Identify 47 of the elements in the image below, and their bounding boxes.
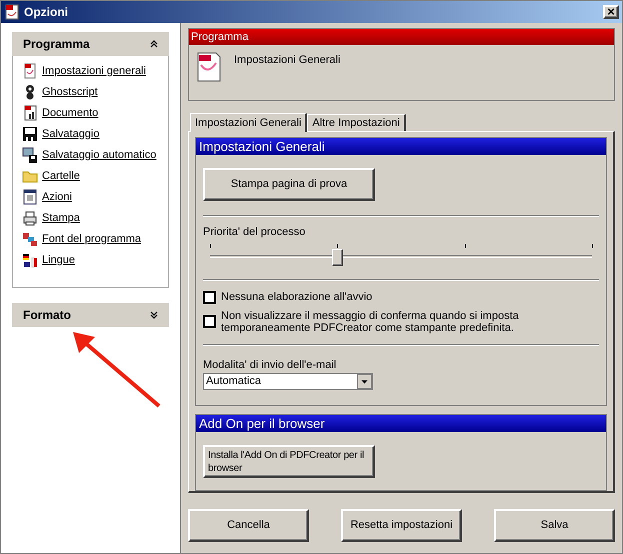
item-icon	[22, 210, 38, 226]
footer-button[interactable]: Resetta impostazioni	[341, 509, 462, 542]
priority-label: Priorita' del processo	[203, 225, 306, 240]
email-mode-dropdown[interactable]: Automatica	[203, 373, 373, 390]
section-title: Formato	[23, 307, 71, 324]
window-title: Opzioni	[24, 4, 69, 21]
header-caption: Programma	[189, 29, 614, 45]
email-mode-label: Modalita' di invio dell'e-mail	[203, 358, 338, 372]
sidebar-link[interactable]: Documento	[42, 104, 98, 122]
checkbox[interactable]	[203, 315, 216, 328]
app-icon	[4, 4, 20, 20]
pdf-document-icon	[196, 51, 222, 83]
collapse-icon	[150, 40, 158, 48]
sidebar-link[interactable]: Azioni	[42, 188, 72, 206]
slider-thumb[interactable]	[332, 248, 344, 266]
sidebar-link[interactable]: Stampa	[42, 210, 80, 226]
item-icon	[22, 126, 38, 142]
group-title: Impostazioni Generali	[196, 138, 606, 155]
expand-icon	[150, 311, 158, 319]
item-icon	[22, 231, 38, 247]
sidebar-link[interactable]: Font del programma	[42, 230, 142, 248]
section-header[interactable]: Programma	[12, 32, 169, 56]
footer-button[interactable]: Cancella	[188, 509, 309, 542]
checkbox[interactable]	[203, 290, 216, 304]
group-title: Add On per il browser	[196, 415, 606, 432]
sidebar-link[interactable]: Lingue	[42, 252, 76, 268]
checkbox-label: Nessuna elaborazione all'avvio	[221, 291, 374, 303]
footer-button[interactable]: Salva	[494, 509, 615, 542]
close-button[interactable]: ×	[603, 5, 619, 19]
test-print-button[interactable]: Stampa pagina di prova	[203, 168, 375, 201]
item-icon	[22, 189, 38, 205]
section-title: Programma	[23, 36, 90, 53]
section-header[interactable]: Formato	[12, 303, 169, 327]
checkbox-label: Non visualizzare il messaggio di conferma quando si imposta temporaneamente PDFCreator come stampante predefinita.	[221, 310, 520, 334]
tab[interactable]: Altre Impostazioni	[307, 114, 406, 131]
sidebar-link[interactable]: Cartelle	[42, 168, 80, 184]
tab[interactable]: Impostazioni Generali	[190, 113, 308, 132]
item-icon	[22, 147, 38, 163]
sidebar-link[interactable]: Impostazioni generali	[42, 62, 146, 80]
item-icon	[22, 252, 38, 268]
sidebar-link[interactable]: Salvataggio	[42, 126, 100, 142]
install-addon-button[interactable]: Installa l'Add On di PDFCreator per il browser	[203, 445, 375, 478]
item-icon	[22, 63, 38, 79]
sidebar-link[interactable]: Salvataggio automatico	[42, 146, 156, 164]
item-icon	[22, 105, 38, 121]
sidebar-link[interactable]: Ghostscript	[42, 84, 98, 100]
header-title: Impostazioni Generali	[234, 53, 340, 68]
